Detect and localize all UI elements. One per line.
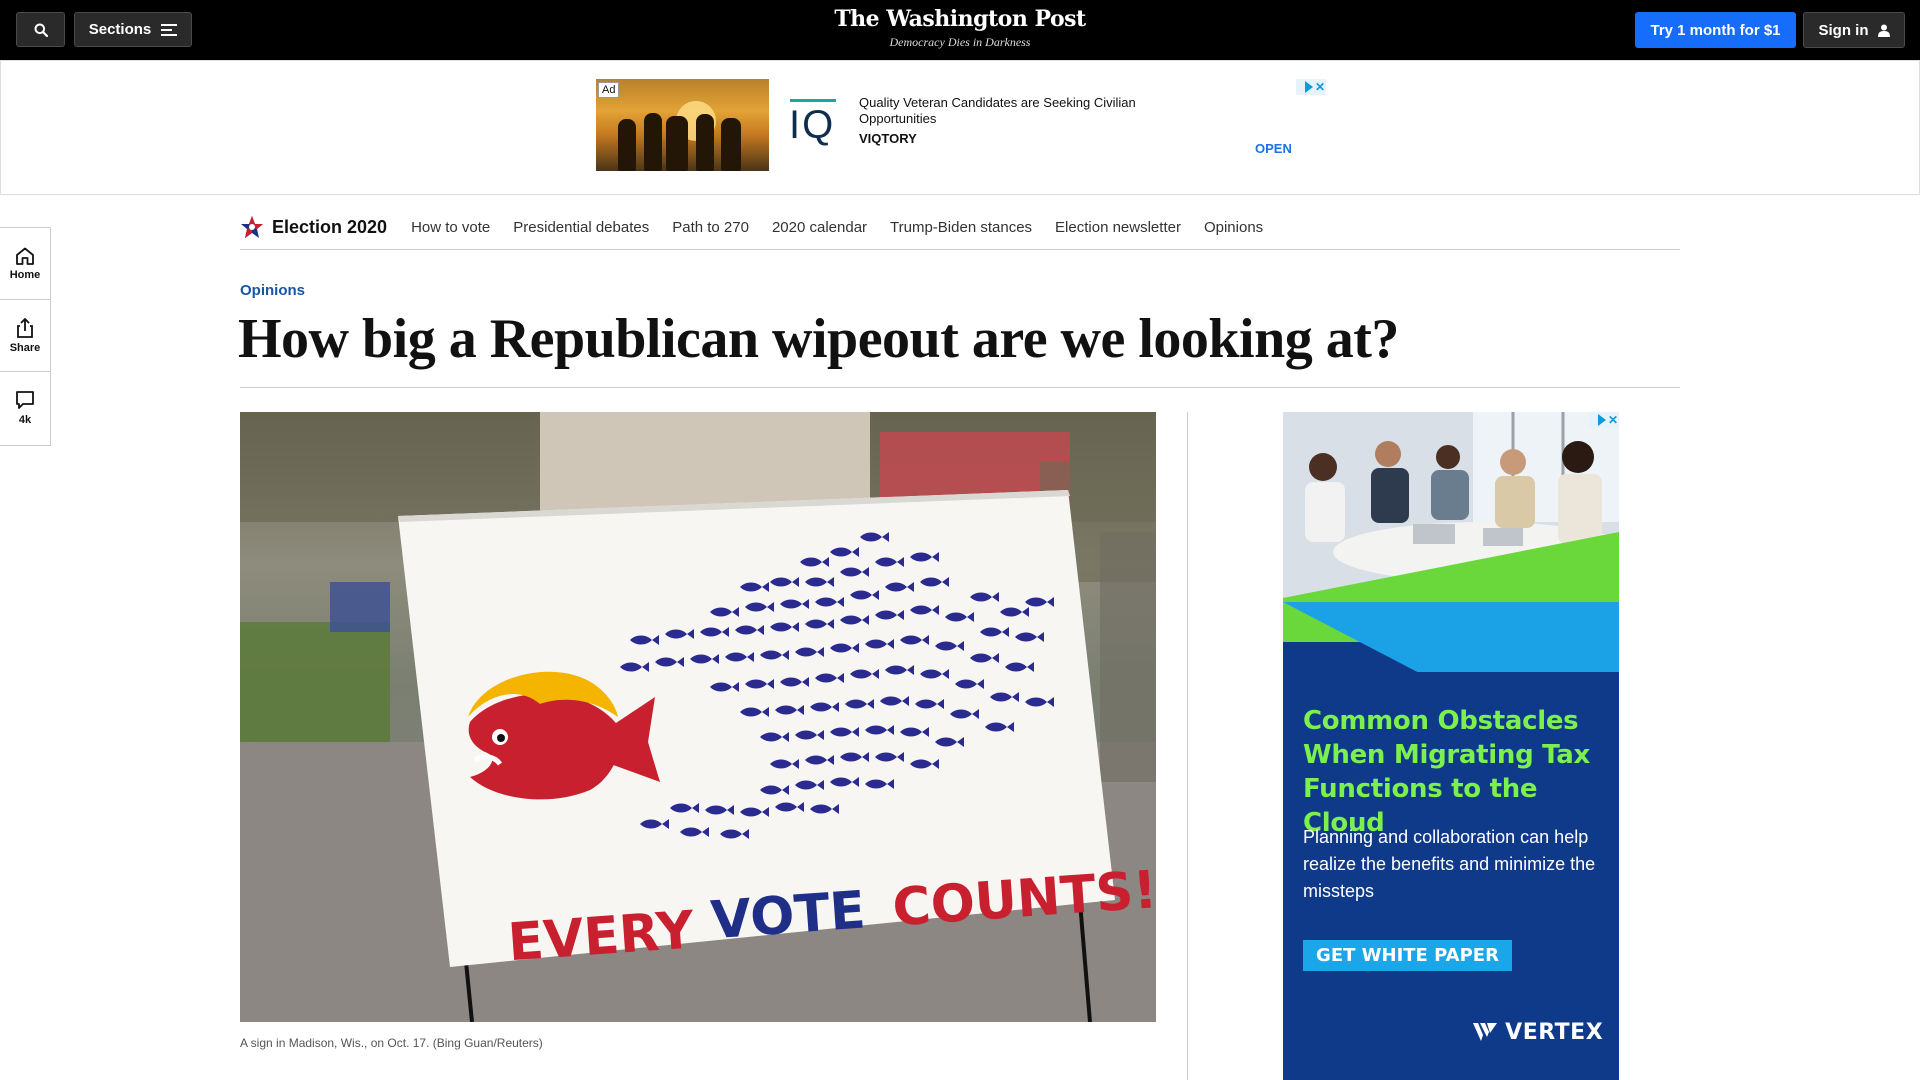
image-caption: A sign in Madison, Wis., on Oct. 17. (Bi… bbox=[240, 1036, 543, 1050]
share-rail-button[interactable]: Share bbox=[0, 300, 50, 372]
headline-divider bbox=[240, 387, 1680, 388]
viqtory-logo-bar bbox=[790, 99, 836, 102]
right-rail-display-ad[interactable]: ✕ Common Obstacles When Migrating Tax Fu… bbox=[1283, 412, 1619, 1080]
ad-badge: Ad bbox=[598, 82, 620, 98]
home-label: Home bbox=[9, 268, 41, 281]
home-rail-button[interactable]: Home bbox=[0, 228, 50, 300]
ad-headline[interactable]: Common Obstacles When Migrating Tax Func… bbox=[1303, 704, 1603, 840]
sections-label: Sections bbox=[88, 21, 152, 38]
nav-link-election-newsletter[interactable]: Election newsletter bbox=[1055, 219, 1181, 236]
left-action-rail: Home Share 4k bbox=[0, 227, 51, 446]
ad-brand-name: VIQTORY bbox=[859, 131, 917, 146]
user-icon bbox=[1877, 24, 1890, 37]
top-banner-ad: Ad IQ Quality Veteran Candidates are See… bbox=[0, 60, 1920, 195]
election-star-logo-icon[interactable] bbox=[240, 215, 264, 239]
hamburger-icon bbox=[161, 23, 178, 36]
nav-link-trump-biden-stances[interactable]: Trump-Biden stances bbox=[890, 219, 1032, 236]
article-headline: How big a Republican wipeout are we look… bbox=[238, 308, 1399, 370]
adchoices-icon[interactable]: ✕ bbox=[1296, 79, 1326, 95]
ad-headline[interactable]: Quality Veteran Candidates are Seeking C… bbox=[859, 95, 1179, 127]
sign-text-vote: VOTE bbox=[709, 881, 867, 952]
share-icon bbox=[17, 317, 33, 338]
section-kicker-opinions[interactable]: Opinions bbox=[240, 282, 305, 299]
native-ad-unit[interactable]: Ad IQ Quality Veteran Candidates are See… bbox=[596, 79, 1326, 171]
washington-post-logo[interactable]: The Washington Post bbox=[760, 6, 1160, 32]
nav-link-opinions[interactable]: Opinions bbox=[1204, 219, 1263, 236]
comments-rail-button[interactable]: 4k bbox=[0, 372, 50, 444]
get-white-paper-button[interactable]: GET WHITE PAPER bbox=[1303, 940, 1512, 971]
lead-image-every-vote-counts-sign[interactable]: EVERY VOTE COUNTS! bbox=[240, 412, 1156, 1022]
search-button[interactable] bbox=[16, 12, 65, 47]
adchoices-icon[interactable]: ✕ bbox=[1589, 412, 1619, 428]
nav-link-path-to-270[interactable]: Path to 270 bbox=[672, 219, 749, 236]
nav-link-2020-calendar[interactable]: 2020 calendar bbox=[772, 219, 867, 236]
sign-in-label: Sign in bbox=[1818, 21, 1869, 39]
column-divider bbox=[1187, 412, 1188, 1080]
home-icon bbox=[16, 247, 34, 265]
share-label: Share bbox=[9, 341, 41, 354]
masthead-tagline: Democracy Dies in Darkness bbox=[889, 35, 1031, 49]
ad-thumbnail-soldiers[interactable]: Ad bbox=[596, 79, 769, 171]
comment-count: 4k bbox=[18, 414, 32, 426]
nav-link-how-to-vote[interactable]: How to vote bbox=[411, 219, 490, 236]
comment-icon bbox=[16, 391, 34, 409]
search-icon bbox=[34, 23, 48, 37]
sign-in-button[interactable]: Sign in bbox=[1803, 12, 1905, 48]
ad-open-button[interactable]: OPEN bbox=[1255, 141, 1292, 156]
top-navigation-bar: Sections The Washington Post Democracy D… bbox=[0, 0, 1920, 60]
nav-link-presidential-debates[interactable]: Presidential debates bbox=[513, 219, 649, 236]
election-2020-nav: Election 2020 How to vote Presidential d… bbox=[240, 205, 1680, 250]
lead-image-art: EVERY VOTE COUNTS! bbox=[240, 412, 1156, 1022]
vertex-mark-icon bbox=[1473, 1023, 1497, 1041]
ad-body-copy: Planning and collaboration can help real… bbox=[1303, 827, 1596, 901]
election-2020-title[interactable]: Election 2020 bbox=[272, 217, 387, 238]
vertex-logo: VERTEX bbox=[1473, 1020, 1603, 1045]
masthead[interactable]: The Washington Post Democracy Dies in Da… bbox=[760, 6, 1160, 50]
viqtory-logo: IQ bbox=[789, 103, 836, 147]
vertex-brand-name: VERTEX bbox=[1505, 1020, 1604, 1045]
subscribe-trial-button[interactable]: Try 1 month for $1 bbox=[1635, 12, 1796, 48]
sections-menu-button[interactable]: Sections bbox=[74, 12, 192, 47]
